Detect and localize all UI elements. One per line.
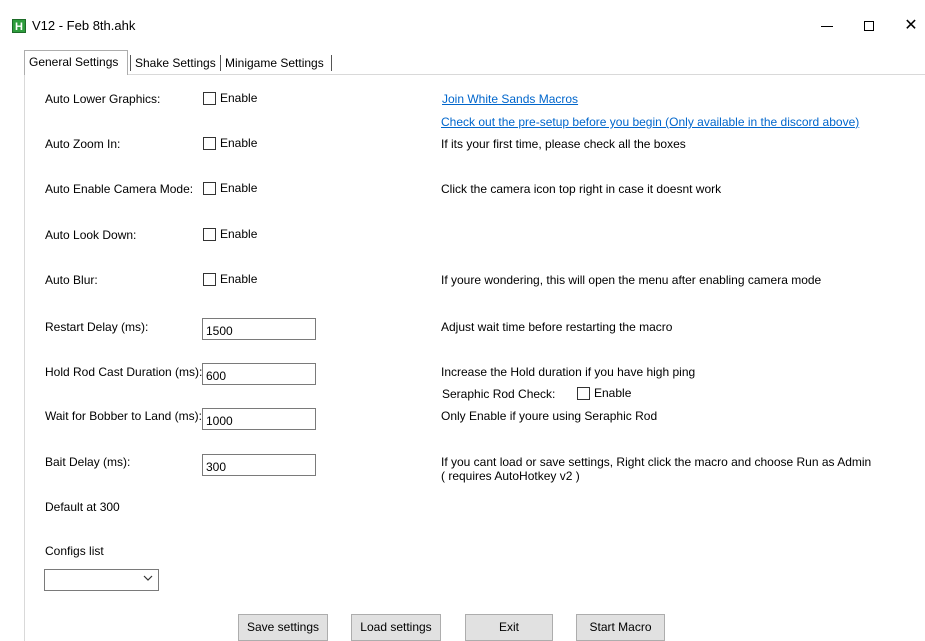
- tab-general-settings[interactable]: General Settings: [24, 50, 128, 75]
- app-window: H V12 - Feb 8th.ahk ✕ General Settings S…: [0, 0, 925, 641]
- restart-delay-input[interactable]: [202, 318, 316, 340]
- maximize-icon: [864, 21, 874, 31]
- maximize-button[interactable]: [858, 16, 880, 36]
- hold-rod-cast-label: Hold Rod Cast Duration (ms):: [45, 365, 203, 379]
- checkbox-label: Enable: [220, 136, 258, 150]
- close-button[interactable]: ✕: [900, 16, 922, 36]
- checkbox-label: Enable: [220, 181, 258, 195]
- title-bar: H V12 - Feb 8th.ahk ✕: [0, 0, 925, 48]
- admin-hint: If you cant load or save settings, Right…: [441, 455, 872, 469]
- auto-camera-mode-checkbox[interactable]: Enable: [203, 181, 257, 195]
- tab-minigame-settings[interactable]: Minigame Settings: [221, 52, 331, 74]
- close-icon: ✕: [904, 17, 918, 34]
- auto-look-down-checkbox[interactable]: Enable: [203, 227, 257, 241]
- checkbox-label: Enable: [220, 272, 258, 286]
- blur-hint: If youre wondering, this will open the m…: [441, 273, 822, 287]
- checkbox-label: Enable: [220, 227, 258, 241]
- join-white-sands-link[interactable]: Join White Sands Macros: [442, 92, 578, 106]
- bait-delay-label: Bait Delay (ms):: [45, 455, 131, 469]
- auto-zoom-in-checkbox[interactable]: Enable: [203, 136, 257, 150]
- default-note: Default at 300: [45, 500, 120, 514]
- configs-list-dropdown[interactable]: [44, 569, 159, 591]
- start-macro-button[interactable]: Start Macro: [576, 614, 665, 641]
- first-time-hint: If its your first time, please check all…: [441, 137, 686, 151]
- hold-hint: Increase the Hold duration if you have h…: [441, 365, 696, 379]
- exit-button[interactable]: Exit: [465, 614, 553, 641]
- auto-look-down-label: Auto Look Down:: [45, 228, 137, 242]
- checkbox-box[interactable]: [203, 181, 216, 195]
- window-title: V12 - Feb 8th.ahk: [32, 18, 136, 33]
- auto-blur-checkbox[interactable]: Enable: [203, 272, 257, 286]
- checkbox-label: Enable: [594, 386, 632, 400]
- checkbox-label: Enable: [220, 91, 258, 105]
- wait-bobber-label: Wait for Bobber to Land (ms):: [45, 409, 202, 423]
- autohotkey-requirement: ( requires AutoHotkey v2 ): [441, 469, 580, 483]
- load-settings-button[interactable]: Load settings: [351, 614, 441, 641]
- checkbox-box[interactable]: [203, 227, 216, 241]
- seraphic-hint: Only Enable if youre using Seraphic Rod: [441, 409, 658, 423]
- checkbox-box[interactable]: [577, 386, 590, 400]
- tab-shake-settings[interactable]: Shake Settings: [131, 52, 219, 74]
- save-settings-button[interactable]: Save settings: [238, 614, 328, 641]
- seraphic-rod-checkbox[interactable]: Enable: [577, 386, 631, 400]
- app-icon: H: [12, 19, 26, 33]
- auto-lower-graphics-label: Auto Lower Graphics:: [45, 92, 161, 106]
- hold-rod-cast-input[interactable]: [202, 363, 316, 385]
- pre-setup-link[interactable]: Check out the pre-setup before you begin…: [441, 115, 859, 129]
- auto-camera-mode-label: Auto Enable Camera Mode:: [45, 182, 194, 196]
- auto-lower-graphics-checkbox[interactable]: Enable: [203, 91, 257, 105]
- camera-hint: Click the camera icon top right in case …: [441, 182, 722, 196]
- wait-bobber-input[interactable]: [202, 408, 316, 430]
- minimize-icon: [821, 25, 833, 27]
- auto-zoom-in-label: Auto Zoom In:: [45, 137, 121, 151]
- restart-hint: Adjust wait time before restarting the m…: [441, 320, 673, 334]
- configs-list-label: Configs list: [45, 544, 104, 558]
- checkbox-box[interactable]: [203, 91, 216, 105]
- general-settings-panel: [24, 74, 925, 641]
- checkbox-box[interactable]: [203, 136, 216, 150]
- restart-delay-label: Restart Delay (ms):: [45, 320, 149, 334]
- auto-blur-label: Auto Blur:: [45, 273, 98, 287]
- checkbox-box[interactable]: [203, 272, 216, 286]
- minimize-button[interactable]: [816, 16, 838, 36]
- seraphic-rod-label: Seraphic Rod Check:: [442, 387, 556, 401]
- tab-separator: [331, 55, 332, 71]
- bait-delay-input[interactable]: [202, 454, 316, 476]
- chevron-down-icon[interactable]: [143, 573, 153, 586]
